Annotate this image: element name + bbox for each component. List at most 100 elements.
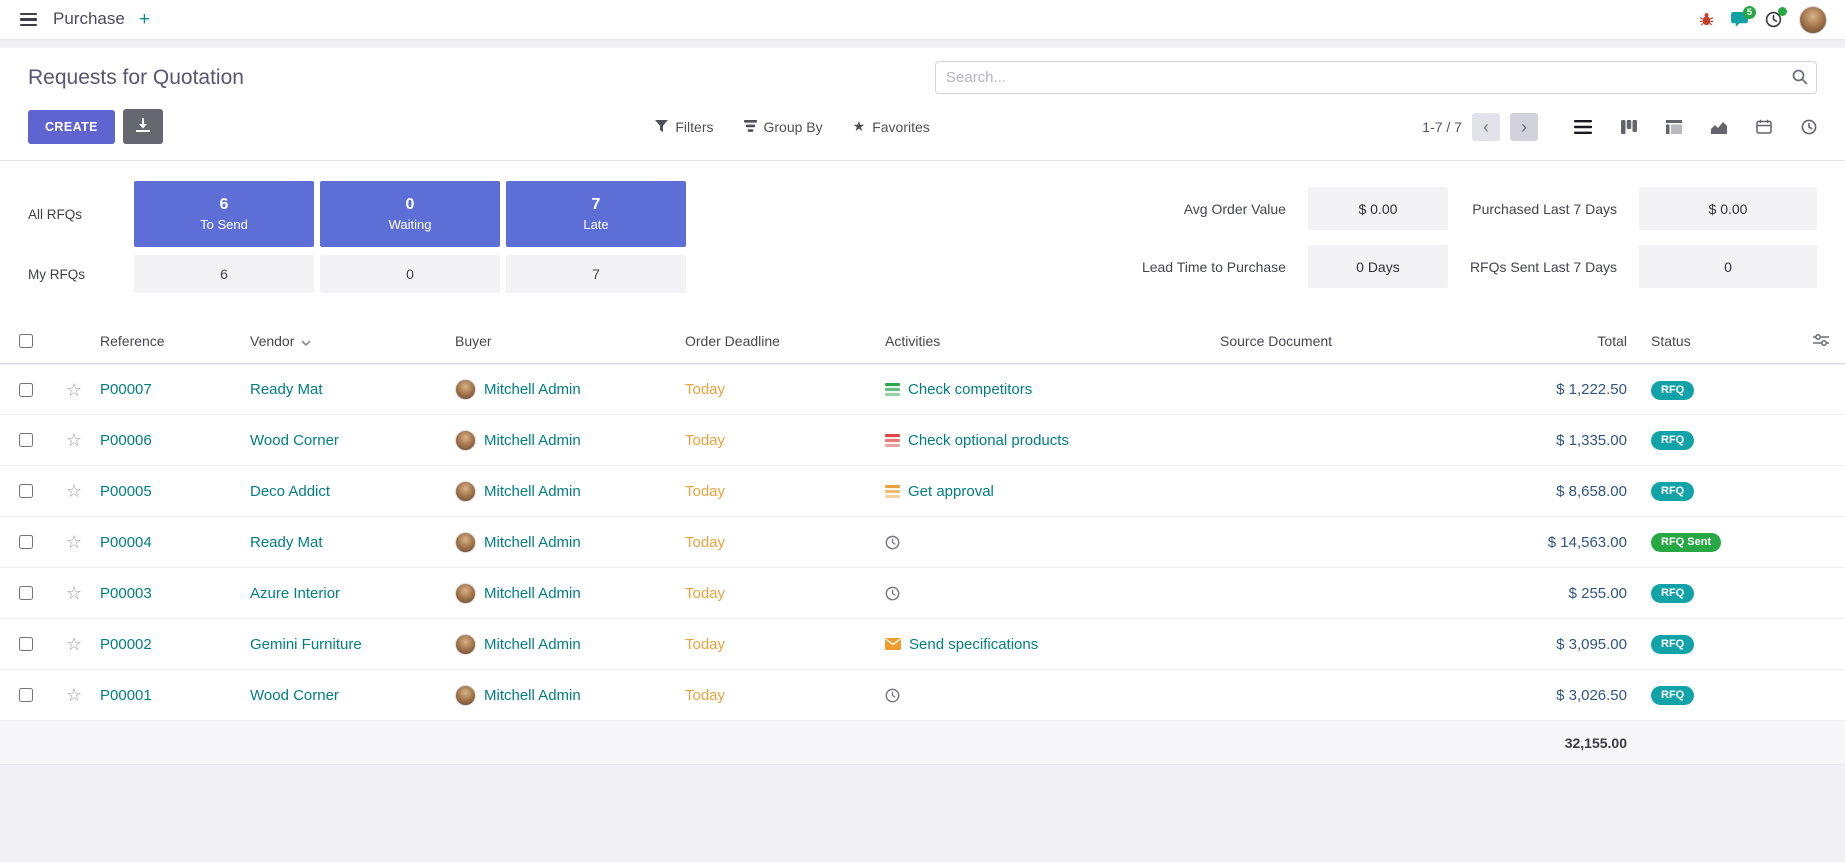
- activity-icon: [885, 638, 901, 650]
- activity-label[interactable]: Check competitors: [908, 381, 1032, 398]
- buyer-link[interactable]: Mitchell Admin: [484, 585, 581, 602]
- row-checkbox[interactable]: [19, 484, 33, 498]
- favorite-star-icon[interactable]: ☆: [66, 482, 82, 500]
- activity-cell[interactable]: Check competitors: [881, 381, 1216, 398]
- row-checkbox[interactable]: [19, 637, 33, 651]
- search-input[interactable]: [935, 61, 1817, 94]
- reference-link[interactable]: P00004: [100, 534, 152, 551]
- pager-previous-button[interactable]: ‹: [1472, 113, 1500, 141]
- status-badge: RFQ: [1651, 635, 1694, 654]
- column-header-total[interactable]: Total: [1482, 333, 1647, 349]
- purchase-dashboard: All RFQs 6 To Send 0 Waiting 7 Late My R…: [0, 161, 1845, 319]
- stat-value-rfqs-sent-last-7-days[interactable]: 0: [1639, 245, 1817, 288]
- user-avatar[interactable]: [1799, 6, 1827, 34]
- table-row[interactable]: ☆ P00007 Ready Mat Mitchell Admin Today …: [0, 364, 1845, 415]
- row-checkbox[interactable]: [19, 383, 33, 397]
- table-row[interactable]: ☆ P00001 Wood Corner Mitchell Admin Toda…: [0, 670, 1845, 721]
- table-row[interactable]: ☆ P00005 Deco Addict Mitchell Admin Toda…: [0, 466, 1845, 517]
- table-row[interactable]: ☆ P00003 Azure Interior Mitchell Admin T…: [0, 568, 1845, 619]
- stat-value-avg-order-value[interactable]: $ 0.00: [1308, 187, 1448, 230]
- table-row[interactable]: ☆ P00002 Gemini Furniture Mitchell Admin…: [0, 619, 1845, 670]
- tile-late[interactable]: 7 Late: [506, 181, 686, 247]
- favorite-star-icon[interactable]: ☆: [66, 381, 82, 399]
- view-kanban-icon[interactable]: [1621, 120, 1637, 134]
- favorite-star-icon[interactable]: ☆: [66, 584, 82, 602]
- favorites-button[interactable]: ★ Favorites: [853, 118, 930, 135]
- activity-cell[interactable]: Check optional products: [881, 432, 1216, 449]
- reference-link[interactable]: P00006: [100, 432, 152, 449]
- messages-icon[interactable]: 5: [1731, 12, 1748, 27]
- column-header-order-deadline[interactable]: Order Deadline: [681, 333, 881, 349]
- vendor-link[interactable]: Deco Addict: [250, 483, 330, 500]
- tile-to-send[interactable]: 6 To Send: [134, 181, 314, 247]
- favorite-star-icon[interactable]: ☆: [66, 431, 82, 449]
- vendor-link[interactable]: Ready Mat: [250, 534, 323, 551]
- activity-cell[interactable]: [881, 535, 1216, 550]
- plus-icon[interactable]: +: [139, 10, 150, 29]
- reference-link[interactable]: P00002: [100, 636, 152, 653]
- select-all-checkbox[interactable]: [19, 334, 33, 348]
- column-header-vendor[interactable]: Vendor: [246, 333, 451, 349]
- debug-bug-icon[interactable]: [1699, 12, 1714, 27]
- reference-link[interactable]: P00001: [100, 687, 152, 704]
- apps-menu-icon[interactable]: [18, 9, 39, 30]
- row-checkbox[interactable]: [19, 433, 33, 447]
- buyer-link[interactable]: Mitchell Admin: [484, 534, 581, 551]
- view-activity-icon[interactable]: [1801, 119, 1817, 135]
- vendor-link[interactable]: Ready Mat: [250, 381, 323, 398]
- column-header-source-document[interactable]: Source Document: [1216, 333, 1482, 349]
- favorite-star-icon[interactable]: ☆: [66, 533, 82, 551]
- column-header-activities[interactable]: Activities: [881, 333, 1216, 349]
- export-button[interactable]: [123, 109, 163, 144]
- activity-label[interactable]: Get approval: [908, 483, 994, 500]
- stat-value-lead-time-to-purchase[interactable]: 0 Days: [1308, 245, 1448, 288]
- pager-next-button[interactable]: ›: [1510, 113, 1538, 141]
- app-name-menu[interactable]: Purchase: [53, 9, 125, 29]
- reference-link[interactable]: P00005: [100, 483, 152, 500]
- chevron-down-icon: [301, 333, 311, 349]
- stat-value-purchased-last-7-days[interactable]: $ 0.00: [1639, 187, 1817, 230]
- column-header-reference[interactable]: Reference: [96, 333, 246, 349]
- favorite-star-icon[interactable]: ☆: [66, 635, 82, 653]
- view-calendar-icon[interactable]: [1756, 119, 1772, 134]
- view-list-icon[interactable]: [1574, 120, 1592, 134]
- view-graph-icon[interactable]: [1711, 120, 1727, 134]
- activities-clock-icon[interactable]: [1765, 11, 1782, 28]
- vendor-link[interactable]: Wood Corner: [250, 432, 339, 449]
- search-icon[interactable]: [1792, 69, 1808, 88]
- activity-cell[interactable]: Send specifications: [881, 636, 1216, 653]
- row-checkbox[interactable]: [19, 586, 33, 600]
- reference-link[interactable]: P00007: [100, 381, 152, 398]
- buyer-link[interactable]: Mitchell Admin: [484, 381, 581, 398]
- row-checkbox[interactable]: [19, 535, 33, 549]
- activity-label[interactable]: Send specifications: [909, 636, 1038, 653]
- buyer-link[interactable]: Mitchell Admin: [484, 432, 581, 449]
- my-tile-waiting[interactable]: 0: [320, 255, 500, 293]
- group-by-button[interactable]: Group By: [744, 119, 823, 135]
- vendor-link[interactable]: Azure Interior: [250, 585, 340, 602]
- row-checkbox[interactable]: [19, 688, 33, 702]
- reference-link[interactable]: P00003: [100, 585, 152, 602]
- vendor-link[interactable]: Wood Corner: [250, 687, 339, 704]
- my-tile-late[interactable]: 7: [506, 255, 686, 293]
- column-header-buyer[interactable]: Buyer: [451, 333, 681, 349]
- tile-waiting[interactable]: 0 Waiting: [320, 181, 500, 247]
- activity-cell[interactable]: Get approval: [881, 483, 1216, 500]
- activity-cell[interactable]: [881, 586, 1216, 601]
- table-row[interactable]: ☆ P00004 Ready Mat Mitchell Admin Today: [0, 517, 1845, 568]
- table-row[interactable]: ☆ P00006 Wood Corner Mitchell Admin Toda…: [0, 415, 1845, 466]
- filters-button[interactable]: Filters: [655, 119, 713, 135]
- buyer-link[interactable]: Mitchell Admin: [484, 687, 581, 704]
- vendor-link[interactable]: Gemini Furniture: [250, 636, 362, 653]
- view-pivot-icon[interactable]: [1666, 120, 1682, 134]
- favorite-star-icon[interactable]: ☆: [66, 686, 82, 704]
- my-tile-to-send[interactable]: 6: [134, 255, 314, 293]
- column-header-status[interactable]: Status: [1647, 333, 1797, 349]
- activity-cell[interactable]: [881, 688, 1216, 703]
- activity-label[interactable]: Check optional products: [908, 432, 1069, 449]
- buyer-link[interactable]: Mitchell Admin: [484, 483, 581, 500]
- create-button[interactable]: CREATE: [28, 110, 115, 144]
- buyer-link[interactable]: Mitchell Admin: [484, 636, 581, 653]
- optional-columns-icon[interactable]: [1813, 333, 1829, 350]
- top-navbar: Purchase + 5: [0, 0, 1845, 40]
